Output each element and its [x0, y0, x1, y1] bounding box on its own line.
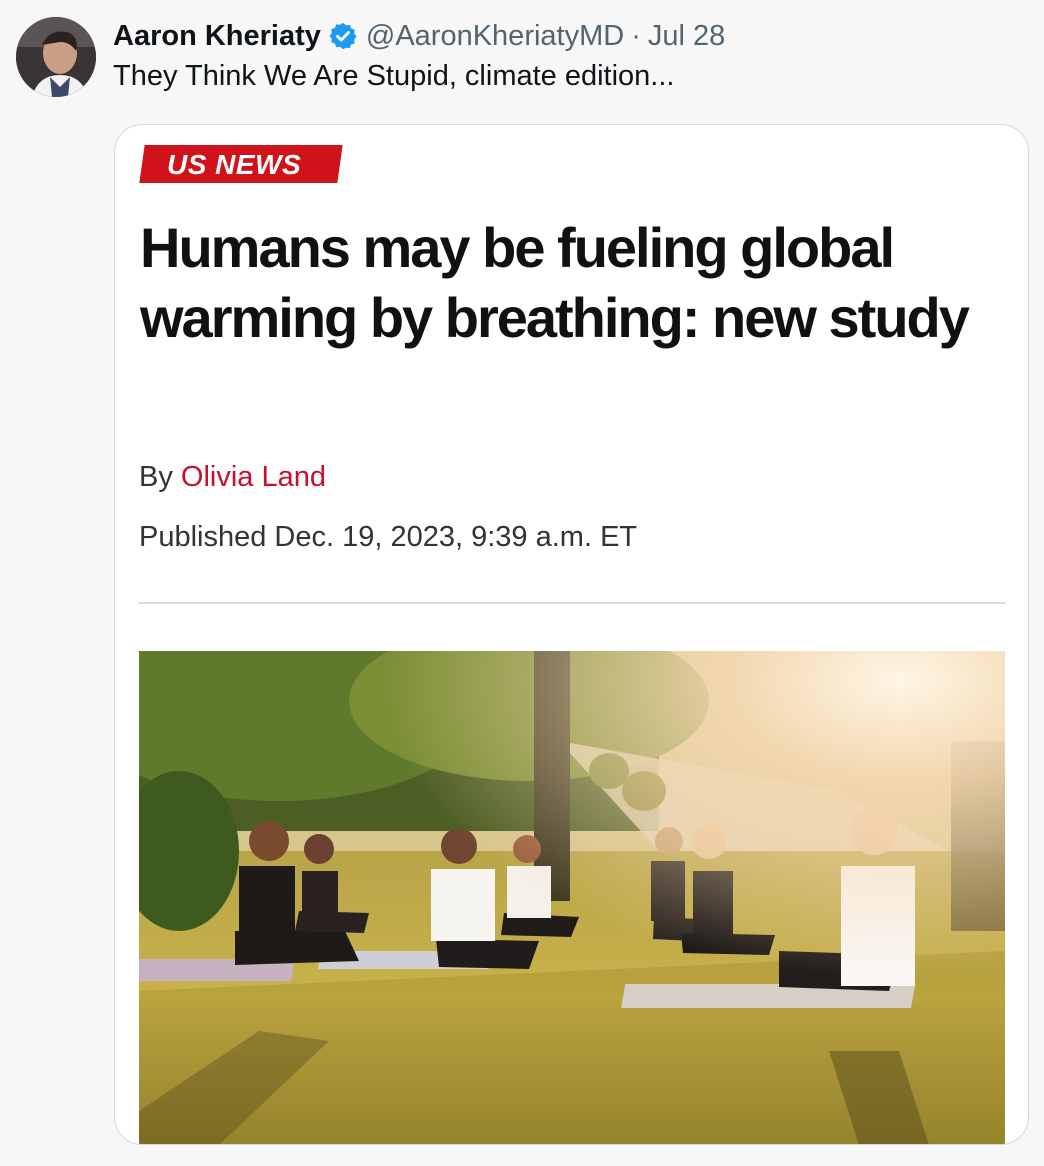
published-date: Published Dec. 19, 2023, 9:39 a.m. ET: [139, 521, 638, 553]
author-handle[interactable]: @AaronKheriatyMD: [366, 20, 624, 53]
avatar[interactable]: [16, 17, 96, 97]
separator-dot: ·: [631, 19, 641, 52]
divider: [139, 602, 1005, 604]
verified-badge-icon: [328, 21, 358, 51]
article-photo: [139, 651, 1005, 1144]
byline-prefix: By: [139, 461, 173, 493]
tweet-text: They Think We Are Stupid, climate editio…: [113, 60, 675, 92]
avatar-image: [16, 17, 96, 97]
section-label: US NEWS: [167, 149, 302, 180]
tweet-date[interactable]: Jul 28: [648, 20, 725, 53]
byline: By Olivia Land: [139, 461, 326, 494]
article-headline: Humans may be fueling global warming by …: [140, 216, 970, 349]
author-name[interactable]: Aaron Kheriaty: [113, 20, 321, 53]
tweet-header: Aaron Kheriaty @AaronKheriatyMD · Jul 28: [113, 16, 725, 56]
byline-author-link[interactable]: Olivia Land: [181, 461, 326, 493]
tweet[interactable]: Aaron Kheriaty @AaronKheriatyMD · Jul 28…: [0, 0, 1044, 1166]
article-card[interactable]: US NEWS Humans may be fueling global war…: [114, 124, 1029, 1145]
